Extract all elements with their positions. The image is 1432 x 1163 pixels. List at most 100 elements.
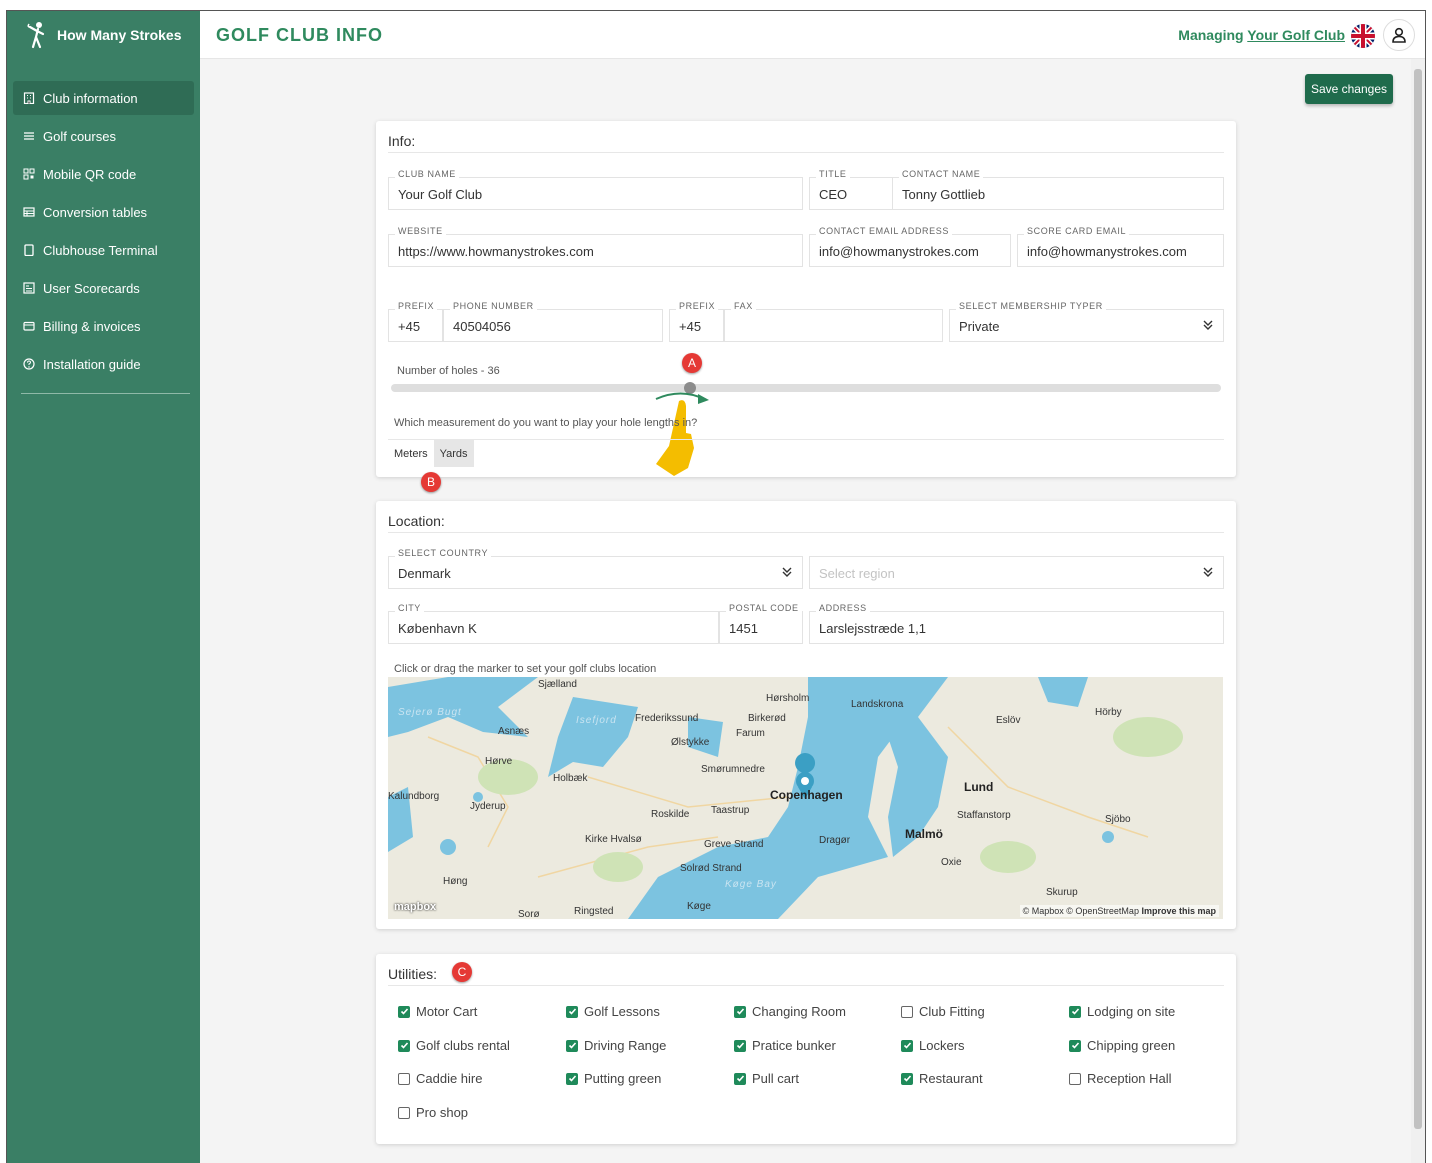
sidebar-item-user-scorecards[interactable]: User Scorecards — [13, 271, 194, 305]
checkbox-empty-icon[interactable] — [398, 1106, 410, 1119]
map-label: Frederikssund — [635, 713, 699, 724]
checkbox-checked-icon[interactable] — [398, 1005, 410, 1018]
improve-map-link[interactable]: Improve this map — [1141, 906, 1216, 916]
contact-name-value: Tonny Gottlieb — [902, 187, 986, 202]
field-label: TITLE — [816, 169, 850, 179]
field-label: SCORE CARD EMAIL — [1024, 226, 1130, 236]
phone-prefix-field[interactable]: PREFIX +45 — [388, 301, 443, 342]
map-label: Sorø — [518, 909, 540, 919]
club-link[interactable]: Your Golf Club — [1247, 27, 1345, 43]
utility-label: Motor Cart — [416, 1004, 478, 1019]
address-field[interactable]: ADDRESS Larslejsstræde 1,1 — [809, 603, 1224, 644]
utility-label: Lockers — [919, 1038, 965, 1053]
sidebar-item-conversion-tables[interactable]: Conversion tables — [13, 195, 194, 229]
utility-label: Lodging on site — [1087, 1004, 1176, 1019]
card-icon — [23, 320, 35, 332]
location-map[interactable]: Sjælland Hørsholm Landskrona Eslöv Hörby… — [388, 677, 1223, 919]
mapbox-logo[interactable]: mapbox — [394, 901, 436, 913]
sidebar-item-golf-courses[interactable]: Golf courses — [13, 119, 194, 153]
checkbox-checked-icon[interactable] — [398, 1039, 410, 1052]
checkbox-checked-icon[interactable] — [566, 1039, 578, 1052]
map-label: Holbæk — [553, 773, 588, 784]
checkbox-empty-icon[interactable] — [1069, 1072, 1081, 1085]
checkbox-checked-icon[interactable] — [901, 1039, 913, 1052]
website-field[interactable]: WEBSITE https://www.howmanystrokes.com — [388, 226, 803, 267]
sidebar-item-club-information[interactable]: Club information — [13, 81, 194, 115]
utility-checkbox[interactable]: Driving Range — [566, 1038, 666, 1053]
scorecard-email-value: info@howmanystrokes.com — [1027, 244, 1187, 259]
checkbox-empty-icon[interactable] — [398, 1072, 410, 1085]
utility-checkbox[interactable]: Chipping green — [1069, 1038, 1175, 1053]
uk-flag-icon[interactable] — [1351, 24, 1375, 48]
fax-field[interactable]: FAX — [724, 301, 943, 342]
user-icon[interactable] — [1383, 19, 1415, 51]
holes-slider[interactable] — [391, 384, 1221, 392]
map-label: Kirke Hvalsø — [585, 834, 642, 845]
map-label: Solrød Strand — [680, 863, 742, 874]
utility-checkbox[interactable]: Pratice bunker — [734, 1038, 836, 1053]
scrollbar-thumb[interactable] — [1414, 69, 1422, 1129]
utility-checkbox[interactable]: Restaurant — [901, 1071, 983, 1086]
checkbox-checked-icon[interactable] — [734, 1005, 746, 1018]
tablet-icon — [23, 244, 35, 256]
map-label: Copenhagen — [770, 788, 843, 802]
scorecard-email-field[interactable]: SCORE CARD EMAIL info@howmanystrokes.com — [1017, 226, 1224, 267]
utility-checkbox[interactable]: Lockers — [901, 1038, 965, 1053]
utility-checkbox[interactable]: Putting green — [566, 1071, 661, 1086]
sidebar-item-billing-invoices[interactable]: Billing & invoices — [13, 309, 194, 343]
utility-checkbox[interactable]: Reception Hall — [1069, 1071, 1172, 1086]
title-field[interactable]: TITLE CEO — [809, 169, 893, 210]
unit-meters[interactable]: Meters — [388, 440, 434, 467]
fax-prefix-field[interactable]: PREFIX +45 — [669, 301, 724, 342]
checkbox-checked-icon[interactable] — [1069, 1039, 1081, 1052]
contact-name-field[interactable]: CONTACT NAME Tonny Gottlieb — [892, 169, 1224, 210]
golfer-icon — [27, 22, 45, 49]
checkbox-checked-icon[interactable] — [566, 1072, 578, 1085]
sidebar-item-mobile-qr-code[interactable]: Mobile QR code — [13, 157, 194, 191]
country-select[interactable]: SELECT COUNTRY Denmark — [388, 548, 803, 589]
field-label: CONTACT EMAIL ADDRESS — [816, 226, 952, 236]
map-label: Hörby — [1095, 707, 1122, 718]
checkbox-checked-icon[interactable] — [734, 1039, 746, 1052]
map-label: Jyderup — [470, 801, 506, 812]
map-label: Isefjord — [576, 715, 617, 726]
club-name-field[interactable]: CLUB NAME Your Golf Club — [388, 169, 803, 210]
utility-checkbox[interactable]: Caddie hire — [398, 1071, 483, 1086]
sidebar-item-clubhouse-terminal[interactable]: Clubhouse Terminal — [13, 233, 194, 267]
attribution-text[interactable]: © Mapbox © OpenStreetMap — [1023, 906, 1139, 916]
unit-yards[interactable]: Yards — [433, 440, 474, 467]
map-label: Birkerød — [748, 713, 786, 724]
utility-checkbox[interactable]: Changing Room — [734, 1004, 846, 1019]
field-label: PREFIX — [395, 301, 438, 311]
map-label: Køge — [687, 901, 711, 912]
utility-checkbox[interactable]: Motor Cart — [398, 1004, 477, 1019]
utility-checkbox[interactable]: Pro shop — [398, 1105, 468, 1120]
utility-checkbox[interactable]: Pull cart — [734, 1071, 799, 1086]
checkbox-empty-icon[interactable] — [901, 1005, 913, 1018]
divider — [388, 985, 1224, 986]
utility-checkbox[interactable]: Club Fitting — [901, 1004, 985, 1019]
checkbox-checked-icon[interactable] — [566, 1005, 578, 1018]
utility-checkbox[interactable]: Golf clubs rental — [398, 1038, 510, 1053]
brand-name: How Many Strokes — [57, 27, 182, 43]
fax-prefix-value: +45 — [679, 319, 702, 334]
table-icon — [23, 206, 35, 218]
divider — [388, 532, 1224, 533]
city-field[interactable]: CITY København K — [388, 603, 719, 644]
save-button[interactable]: Save changes — [1304, 74, 1393, 104]
membership-select[interactable]: SELECT MEMBERSHIP TYPER Private — [949, 301, 1224, 342]
sidebar-item-installation-guide[interactable]: Installation guide — [13, 347, 194, 381]
utility-checkbox[interactable]: Lodging on site — [1069, 1004, 1175, 1019]
phone-field[interactable]: PHONE NUMBER 40504056 — [443, 301, 663, 342]
contact-email-field[interactable]: CONTACT EMAIL ADDRESS info@howmanystroke… — [809, 226, 1011, 267]
postal-code-field[interactable]: POSTAL CODE 1451 — [719, 603, 803, 644]
checkbox-checked-icon[interactable] — [734, 1072, 746, 1085]
checkbox-checked-icon[interactable] — [901, 1072, 913, 1085]
scrollbar[interactable] — [1411, 59, 1425, 1163]
membership-value: Private — [959, 319, 1000, 334]
checkbox-checked-icon[interactable] — [1069, 1005, 1081, 1018]
brand[interactable]: How Many Strokes — [7, 11, 200, 59]
utility-label: Pro shop — [416, 1105, 469, 1120]
region-select[interactable]: Select region — [809, 556, 1224, 589]
utility-checkbox[interactable]: Golf Lessons — [566, 1004, 660, 1019]
